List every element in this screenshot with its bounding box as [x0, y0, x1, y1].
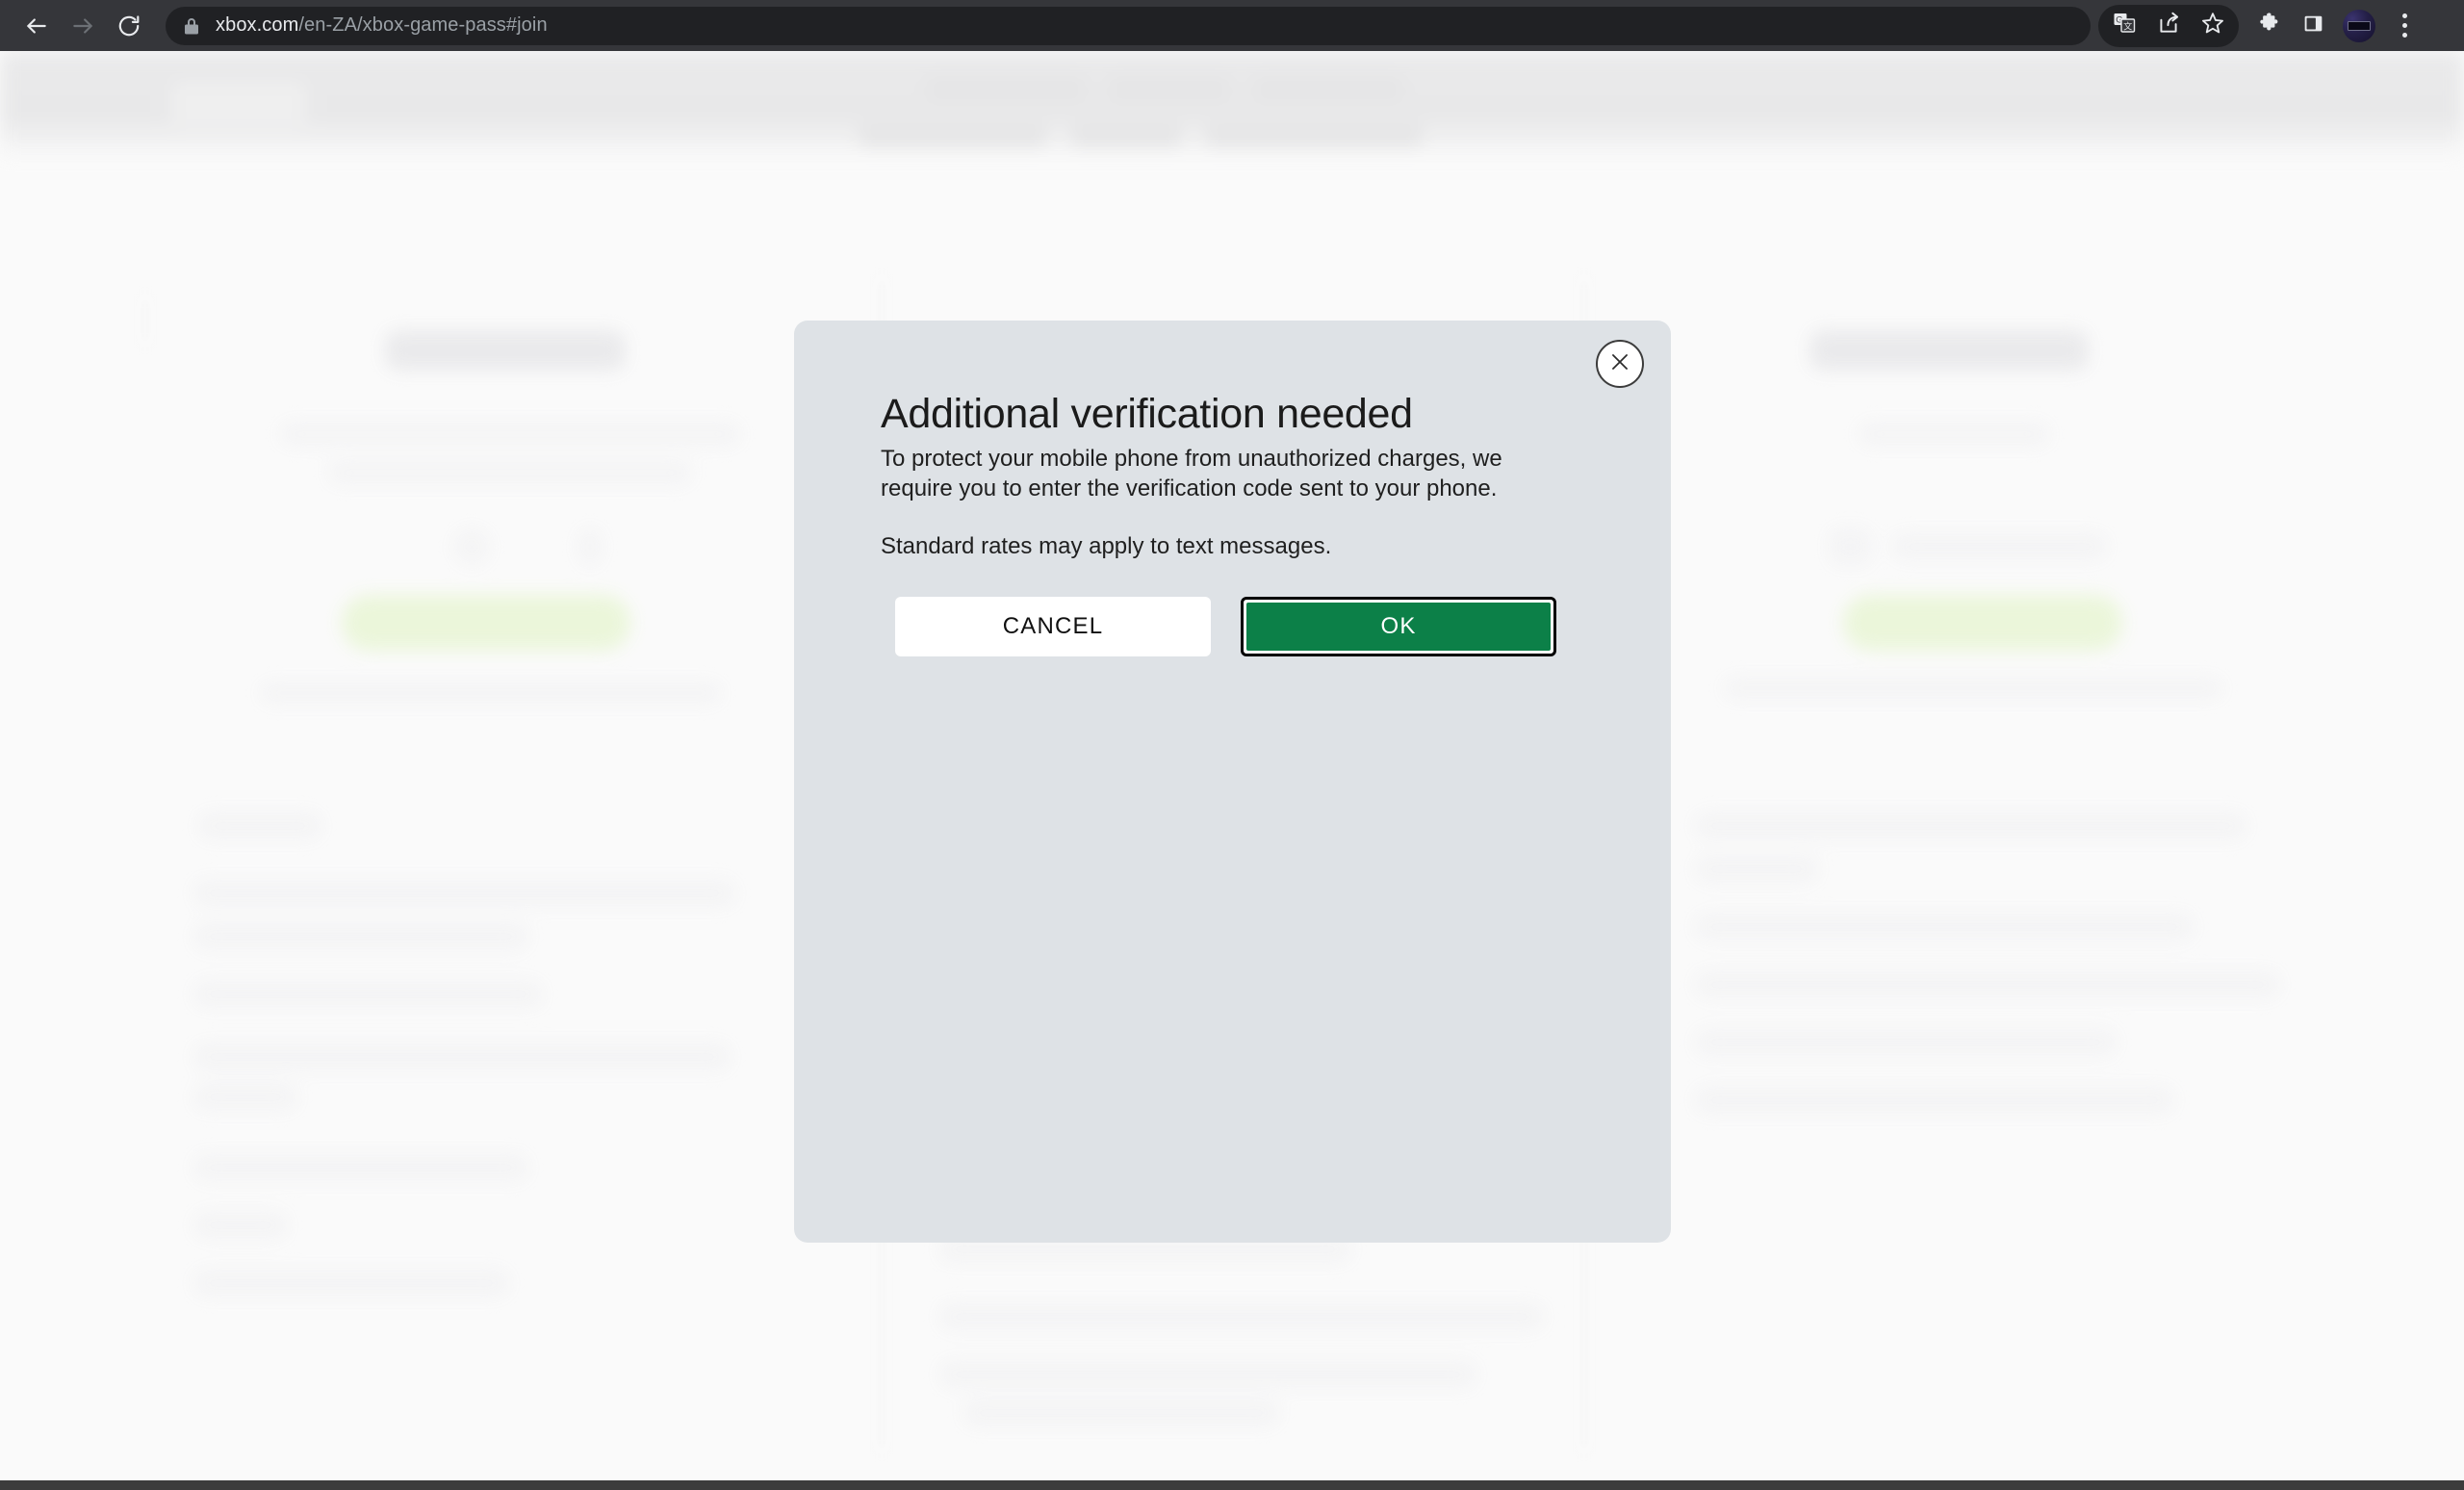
site-subnav-item — [857, 126, 1049, 147]
plan-footnote — [1723, 677, 2223, 700]
avatar[interactable] — [2343, 9, 2375, 42]
share-button[interactable] — [2146, 5, 2191, 47]
verification-modal: Additional verification needed To protec… — [794, 321, 1671, 1243]
feature-item — [192, 1211, 289, 1240]
column-divider — [144, 292, 146, 349]
toolbar-pinned-group: G 文 — [2098, 4, 2239, 47]
feature-item — [1694, 1028, 2118, 1057]
plan-footnote — [260, 681, 722, 705]
feature-heading — [197, 811, 322, 840]
extensions-button[interactable] — [2246, 5, 2291, 47]
bookmark-star-icon — [2200, 11, 2225, 40]
url-text: xbox.com/en-ZA/xbox-game-pass#join — [216, 14, 548, 37]
feature-item — [192, 1083, 298, 1112]
plan-desc-line — [279, 422, 741, 447]
reload-icon — [116, 13, 141, 39]
site-nav-item — [924, 78, 1088, 99]
page-bottom-strip — [0, 1480, 2464, 1490]
svg-text:文: 文 — [2123, 21, 2132, 32]
translate-button[interactable]: G 文 — [2102, 5, 2146, 47]
close-x-icon — [1607, 349, 1632, 379]
ok-button[interactable]: OK — [1246, 603, 1551, 651]
site-logo — [173, 84, 304, 126]
close-button[interactable] — [1596, 340, 1644, 388]
url-domain: xbox.com — [216, 14, 299, 36]
feature-item — [1694, 1086, 2175, 1115]
modal-action-row: CANCEL OK — [794, 597, 1671, 656]
extensions-puzzle-icon — [2257, 12, 2281, 40]
plan-price — [452, 527, 491, 566]
feature-item — [1694, 970, 2281, 999]
kebab-menu-icon — [2401, 23, 2407, 28]
lock-icon — [183, 16, 200, 36]
site-nav-item — [1251, 78, 1405, 99]
plan-title — [1810, 330, 2089, 371]
toolbar-actions: G 文 — [2098, 4, 2424, 47]
url-path: /en-ZA/xbox-game-pass#join — [298, 14, 548, 36]
browser-toolbar: xbox.com/en-ZA/xbox-game-pass#join G 文 — [0, 0, 2464, 51]
feature-item — [192, 1153, 529, 1182]
arrow-right-icon — [70, 13, 95, 39]
arrow-left-icon — [24, 13, 49, 39]
modal-paragraph-1: To protect your mobile phone from unauth… — [881, 446, 1502, 501]
feature-item — [1694, 811, 2247, 840]
kebab-menu-icon — [2401, 13, 2407, 18]
plan-desc-line — [1858, 422, 2050, 447]
translate-icon: G 文 — [2113, 12, 2136, 39]
feature-item — [938, 1360, 1477, 1389]
plan-cta-button — [1843, 595, 2122, 651]
feature-item — [962, 1399, 1280, 1427]
modal-title: Additional verification needed — [881, 391, 1413, 437]
site-subnav-item — [1203, 126, 1424, 147]
modal-paragraph-2: Standard rates may apply to text message… — [881, 533, 1332, 559]
plan-desc-line — [327, 460, 693, 485]
chrome-menu-button[interactable] — [2385, 5, 2424, 47]
plan-title — [385, 330, 626, 371]
address-bar[interactable]: xbox.com/en-ZA/xbox-game-pass#join — [166, 6, 2091, 45]
site-subnav-item — [1068, 126, 1184, 147]
feature-item — [1694, 912, 2194, 941]
feature-item — [1694, 855, 1819, 884]
share-icon — [2156, 11, 2181, 40]
site-nav-item — [1107, 78, 1232, 99]
plan-price-unit — [1891, 532, 2108, 561]
plan-price — [1829, 527, 1872, 566]
plan-price-unit — [578, 527, 603, 566]
webpage-viewport: Additional verification needed To protec… — [0, 51, 2464, 1490]
feature-item — [192, 922, 529, 951]
ok-button-focus-ring[interactable]: OK — [1241, 597, 1556, 656]
cancel-button[interactable]: CANCEL — [895, 597, 1211, 656]
feature-item — [192, 1042, 732, 1071]
modal-body: To protect your mobile phone from unauth… — [881, 444, 1554, 561]
bookmark-button[interactable] — [2191, 5, 2235, 47]
feature-item — [192, 1269, 510, 1297]
forward-button[interactable] — [60, 3, 106, 49]
side-panel-button[interactable] — [2291, 5, 2335, 47]
side-panel-icon — [2301, 12, 2325, 40]
feature-item — [938, 1302, 1545, 1331]
reload-button[interactable] — [106, 3, 152, 49]
feature-item — [192, 879, 736, 908]
back-button[interactable] — [13, 3, 60, 49]
kebab-menu-icon — [2401, 33, 2407, 38]
plan-cta-button — [342, 595, 630, 651]
feature-item — [192, 980, 544, 1009]
